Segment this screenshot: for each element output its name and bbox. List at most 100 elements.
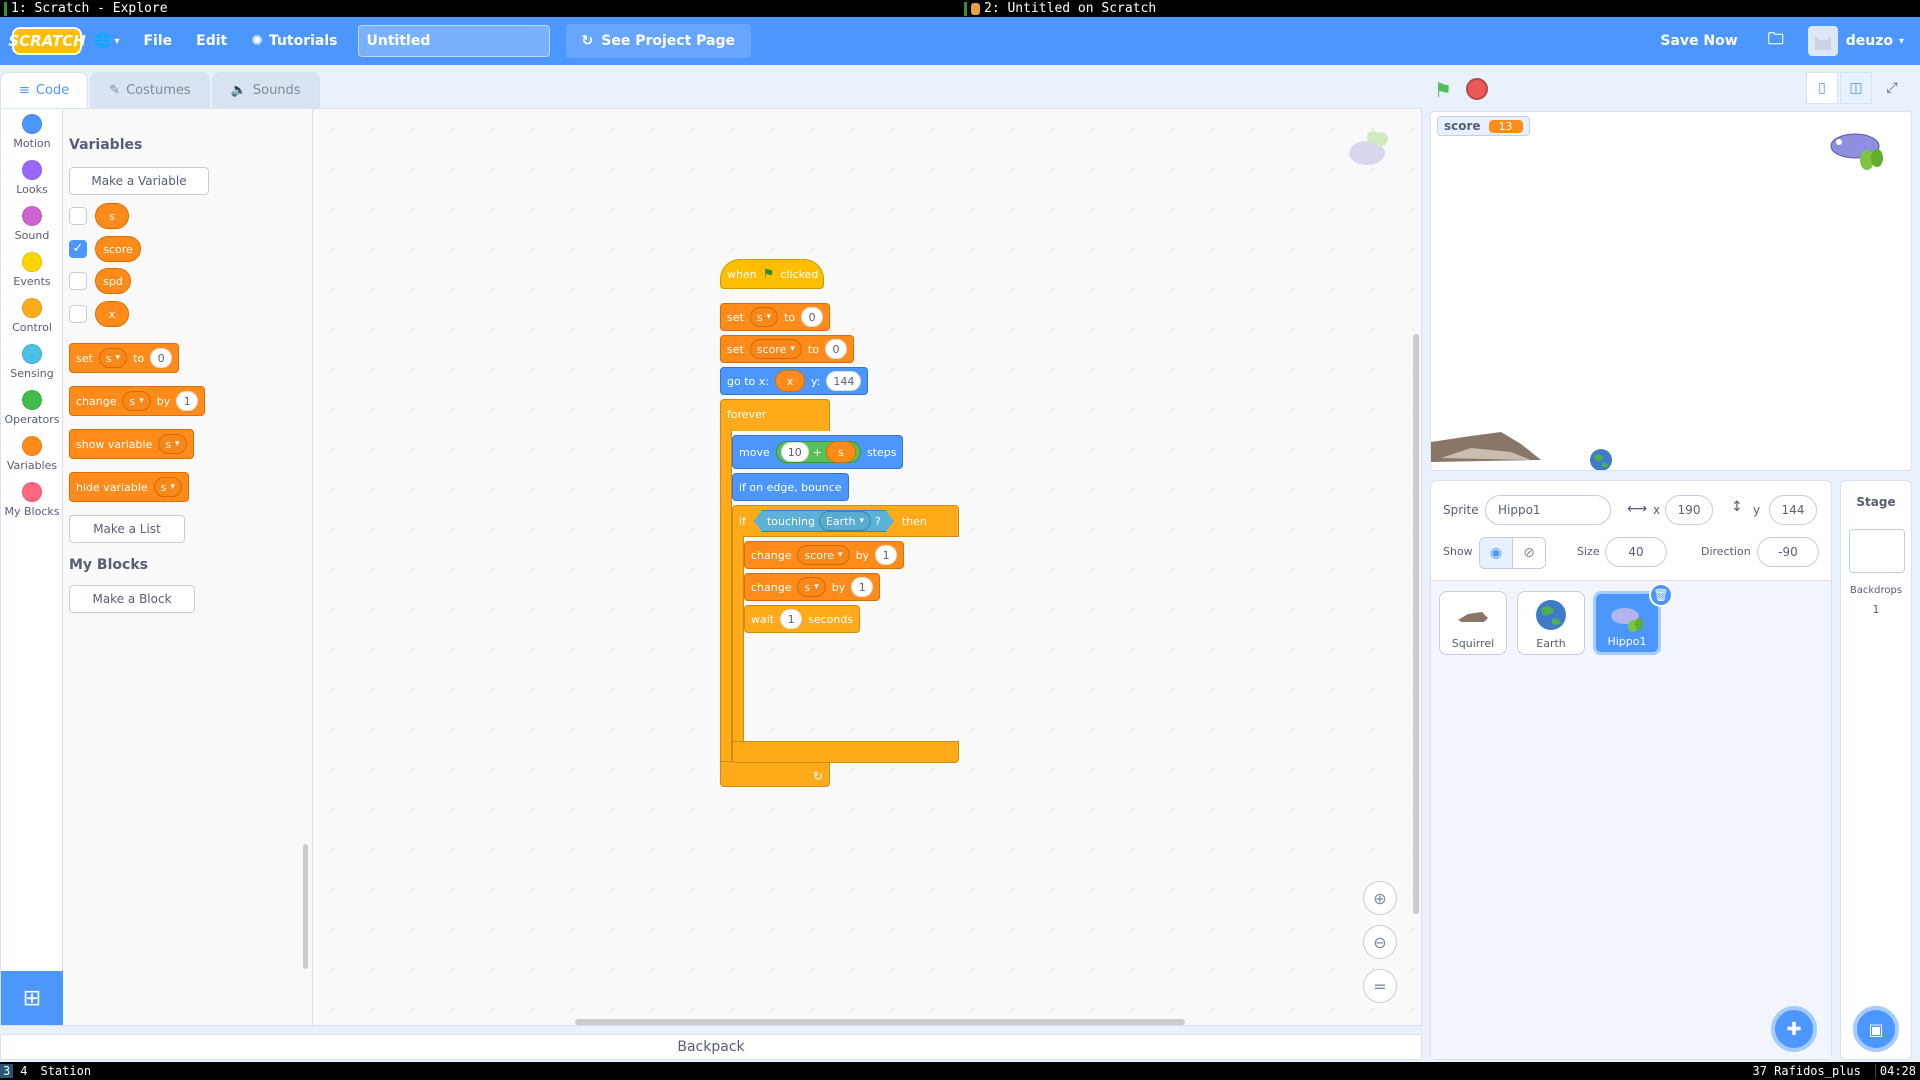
var-checkbox-spd[interactable] [69,272,87,290]
fullscreen-button[interactable]: ⤢ [1876,72,1908,104]
zoom-reset-button[interactable]: = [1363,969,1397,1003]
if-on-edge-bounce-block[interactable]: if on edge, bounce [732,473,849,501]
palette-scrollbar[interactable] [303,844,308,969]
variable-dropdown[interactable]: s [797,577,826,597]
size-input[interactable]: 40 [1605,537,1667,567]
variable-reporter-x[interactable]: x [95,301,129,327]
variable-dropdown[interactable]: s [749,307,779,327]
stop-button[interactable] [1466,78,1488,100]
tab-sounds[interactable]: 🔈 Sounds [211,72,320,108]
choose-sprite-button[interactable]: ✚ [1771,1006,1817,1052]
set-variable-block[interactable]: set s to 0 [69,343,180,373]
language-menu[interactable]: 🌐 ▾ [82,17,131,65]
small-stage-button[interactable]: ▯ [1806,72,1838,104]
stage-thumbnail[interactable] [1849,529,1905,573]
category-operators[interactable]: Operators [1,385,63,431]
zoom-out-button[interactable]: ⊖ [1363,925,1397,959]
add-extension-button[interactable]: ⊞ [1,971,63,1025]
var-checkbox-s[interactable] [69,207,87,225]
category-my-blocks[interactable]: My Blocks [1,477,63,523]
sprite-name-input[interactable]: Hippo1 [1485,495,1611,525]
backpack[interactable]: Backpack [0,1034,1422,1060]
change-s-block[interactable]: change s by 1 [744,573,881,601]
my-stuff-button[interactable]: 🗀 [1756,17,1796,65]
category-sound[interactable]: Sound [1,201,63,247]
make-list-button[interactable]: Make a List [69,515,185,543]
file-menu[interactable]: File [131,17,184,65]
workspace-horizontal-scrollbar[interactable] [575,1019,1185,1025]
wait-seconds-block[interactable]: wait 1 seconds [744,605,861,633]
value-input[interactable]: 1 [780,609,803,629]
value-input[interactable]: 0 [150,348,173,368]
touching-sensing-block[interactable]: touching Earth ? [754,510,894,532]
category-control[interactable]: Control [1,293,63,339]
show-variable-block[interactable]: show variable s [69,429,194,459]
account-menu[interactable]: deuzo ▾ [1796,17,1920,65]
make-variable-button[interactable]: Make a Variable [69,167,209,195]
hippo-sprite[interactable] [1827,124,1891,174]
workspace-button-active[interactable]: 3 [0,1064,14,1078]
change-variable-block[interactable]: change s by 1 [69,386,206,416]
if-then-block[interactable]: if touching Earth ? then [732,505,959,537]
hide-variable-block[interactable]: hide variable s [69,472,189,502]
see-project-page-button[interactable]: ↻ See Project Page [565,24,751,58]
s-reporter[interactable]: s [825,441,856,463]
category-events[interactable]: Events [1,247,63,293]
earth-sprite[interactable] [1589,448,1613,471]
move-steps-block[interactable]: move 10 + s steps [732,435,904,469]
value-input[interactable]: 10 [780,442,809,462]
direction-input[interactable]: -90 [1757,537,1819,567]
go-to-xy-block[interactable]: go to x: x y: 144 [720,367,869,395]
value-input[interactable]: 1 [176,391,199,411]
tutorials-button[interactable]: ✺ Tutorials [239,17,349,65]
y-input[interactable]: 144 [1769,495,1817,525]
var-checkbox-x[interactable] [69,305,87,323]
stage-selector[interactable]: Stage Backdrops 1 ▣ [1840,480,1912,1060]
normal-stage-button[interactable]: ◫ [1840,72,1872,104]
variable-dropdown[interactable]: score [797,545,850,565]
category-looks[interactable]: Looks [1,155,63,201]
y-input[interactable]: 144 [826,371,862,391]
x-input[interactable]: 190 [1665,495,1713,525]
window-title-left[interactable]: 1: Scratch - Explore [0,0,960,17]
show-sprite-button[interactable]: ◉ [1479,537,1513,569]
set-score-block[interactable]: set score to 0 [720,335,854,363]
make-block-button[interactable]: Make a Block [69,585,195,613]
project-title-input[interactable]: Untitled [357,25,550,57]
variable-dropdown[interactable]: s [98,348,128,368]
variable-monitor-score[interactable]: score 13 [1437,116,1530,136]
delete-sprite-button[interactable]: 🗑 [1649,583,1673,607]
squirrel-sprite[interactable] [1431,430,1541,462]
value-input[interactable]: 0 [801,307,824,327]
x-reporter[interactable]: x [774,370,805,392]
hide-sprite-button[interactable]: ⊘ [1512,537,1546,569]
scratch-logo[interactable]: SCRATCH [8,27,86,55]
tab-costumes[interactable]: ✎ Costumes [90,72,210,108]
workspace-button[interactable]: 4 [17,1064,30,1078]
choose-backdrop-button[interactable]: ▣ [1853,1006,1899,1052]
green-flag-button[interactable]: ⚑ [1434,78,1458,102]
change-score-block[interactable]: change score by 1 [744,541,905,569]
value-input[interactable]: 0 [824,339,847,359]
sprite-tile-earth[interactable]: Earth [1517,591,1585,655]
workspace-vertical-scrollbar[interactable] [1413,334,1419,914]
window-title-right[interactable]: 2: Untitled on Scratch [960,0,1920,17]
value-input[interactable]: 1 [851,577,874,597]
variable-dropdown[interactable]: s [158,434,187,454]
variable-dropdown[interactable]: score [749,339,802,359]
save-now-button[interactable]: Save Now [1642,17,1755,65]
stage-canvas[interactable]: score 13 [1430,111,1912,471]
var-checkbox-score[interactable]: ✓ [69,240,87,258]
edit-menu[interactable]: Edit [184,17,239,65]
category-sensing[interactable]: Sensing [1,339,63,385]
category-variables[interactable]: Variables [1,431,63,477]
tab-code[interactable]: ≡ Code [0,72,89,108]
touching-target-dropdown[interactable]: Earth [819,511,871,531]
set-s-block[interactable]: set s to 0 [720,303,831,331]
category-motion[interactable]: Motion [1,109,63,155]
variable-reporter-score[interactable]: score [95,236,141,262]
when-flag-clicked-block[interactable]: when ⚑ clicked [720,259,824,289]
add-operator[interactable]: 10 + s [775,441,861,463]
forever-block[interactable]: forever [720,399,830,431]
sprite-tile-squirrel[interactable]: Squirrel [1439,591,1507,655]
